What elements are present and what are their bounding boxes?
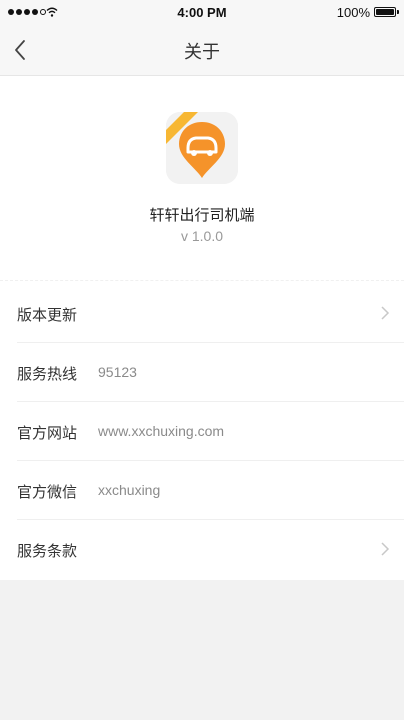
hotline-number[interactable]: 95123 [98, 364, 137, 380]
app-version: v 1.0.0 [180, 228, 224, 244]
list-item-official-wechat[interactable]: 官方微信 xxchuxing [0, 461, 404, 520]
list-item-version-update[interactable]: 版本更新 [0, 284, 404, 343]
row-label: 官方微信 [17, 484, 78, 501]
battery-percentage: 100% [336, 5, 370, 20]
app-logo-icon [166, 112, 238, 184]
row-label: 官方网站 [17, 425, 78, 442]
wechat-id: xxchuxing [98, 482, 161, 498]
navigation-bar: 关于 [0, 24, 404, 76]
battery-icon [374, 7, 396, 17]
page-title: 关于 [184, 42, 220, 62]
chevron-right-icon [381, 542, 390, 556]
chevron-right-icon [381, 306, 390, 320]
app-name: 轩轩出行司机端 [149, 207, 255, 224]
list-item-terms-of-service[interactable]: 服务条款 [0, 520, 404, 579]
status-bar: 4:00 PM 100% [0, 0, 404, 24]
row-label: 版本更新 [17, 307, 78, 324]
app-info-card: 轩轩出行司机端 v 1.0.0 [0, 76, 404, 284]
row-label: 服务条款 [17, 543, 78, 560]
list-item-service-hotline[interactable]: 服务热线 95123 [0, 343, 404, 402]
row-label: 服务热线 [17, 366, 78, 383]
battery-cap [397, 10, 399, 14]
about-list: 版本更新 服务热线 95123 官方网站 www.xxchuxing.com 官… [0, 284, 404, 580]
list-item-official-website[interactable]: 官方网站 www.xxchuxing.com [0, 402, 404, 461]
divider [0, 280, 404, 281]
website-link[interactable]: www.xxchuxing.com [98, 423, 224, 439]
